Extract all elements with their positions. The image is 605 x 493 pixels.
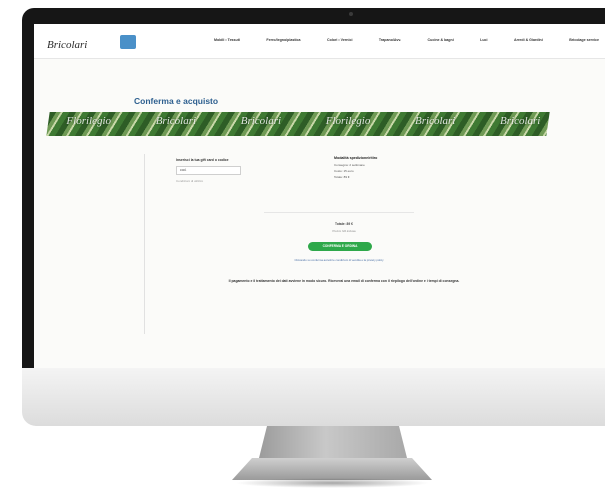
site-header: Bricolari Mobili • Tessuti Ferro/legno/p… [34, 24, 605, 59]
logo-badge-icon [120, 35, 136, 49]
monitor-frame: Bricolari Mobili • Tessuti Ferro/legno/p… [22, 8, 605, 368]
nav-item-ferro[interactable]: Ferro/legno/plastica [266, 38, 300, 42]
banner-word: Bricolari [500, 115, 541, 127]
order-total: Totale: 89 € [335, 222, 353, 226]
summary-divider [264, 212, 414, 213]
shipping-line: Costo: 15 euro [334, 169, 354, 173]
banner-word: Florilegio [325, 115, 371, 127]
decorative-banner: Florilegio Bricolari Bricolari Florilegi… [46, 112, 550, 136]
content-divider [144, 154, 145, 334]
nav-item-mobili[interactable]: Mobili • Tessuti [214, 38, 240, 42]
shipping-title: Modalità spedizione/ritiro [334, 156, 378, 160]
nav-item-trapano[interactable]: Trapano/Avv. [379, 38, 401, 42]
camera-icon [349, 12, 353, 16]
nav-item-luci[interactable]: Luci [480, 38, 487, 42]
shipping-line: Consegna: 2 settimane [334, 163, 365, 167]
nav-item-cucine[interactable]: Cucine & bagni [428, 38, 454, 42]
vat-note: Prezzo IVA inclusa [332, 229, 356, 233]
banner-word: Bricolari [415, 115, 456, 127]
screen: Bricolari Mobili • Tessuti Ferro/legno/p… [34, 24, 605, 368]
nav-item-colori[interactable]: Colori • Vernici [327, 38, 352, 42]
banner-word: Bricolari [155, 115, 197, 127]
nav-item-arredi[interactable]: Arredi & Giardini [514, 38, 543, 42]
monitor-stand [258, 426, 408, 462]
page-title: Conferma e acquisto [134, 96, 219, 106]
shipping-line: Totale: 89 € [334, 175, 350, 179]
banner-word: Bricolari [240, 115, 282, 127]
coupon-input[interactable]: cod. [176, 166, 241, 175]
payment-notice: Il pagamento e il trattamento dei dati a… [228, 279, 460, 283]
coupon-label: Inserisci la tua gift card o codice [176, 158, 229, 162]
monitor-chin [22, 368, 605, 426]
site-logo[interactable]: Bricolari [47, 39, 87, 51]
nav-item-service[interactable]: Bricolage service [569, 38, 599, 42]
monitor-stand-base [232, 458, 432, 480]
promo-link[interactable]: Condizioni di utilizzo [176, 179, 203, 183]
terms-link[interactable]: Cliccando su conferma accetti le condizi… [279, 258, 399, 262]
confirm-order-button[interactable]: CONFERMA E ORDINA [308, 242, 372, 251]
main-nav: Mobili • Tessuti Ferro/legno/plastica Co… [214, 38, 599, 42]
banner-word: Florilegio [66, 115, 112, 127]
stand-shadow [235, 478, 430, 488]
